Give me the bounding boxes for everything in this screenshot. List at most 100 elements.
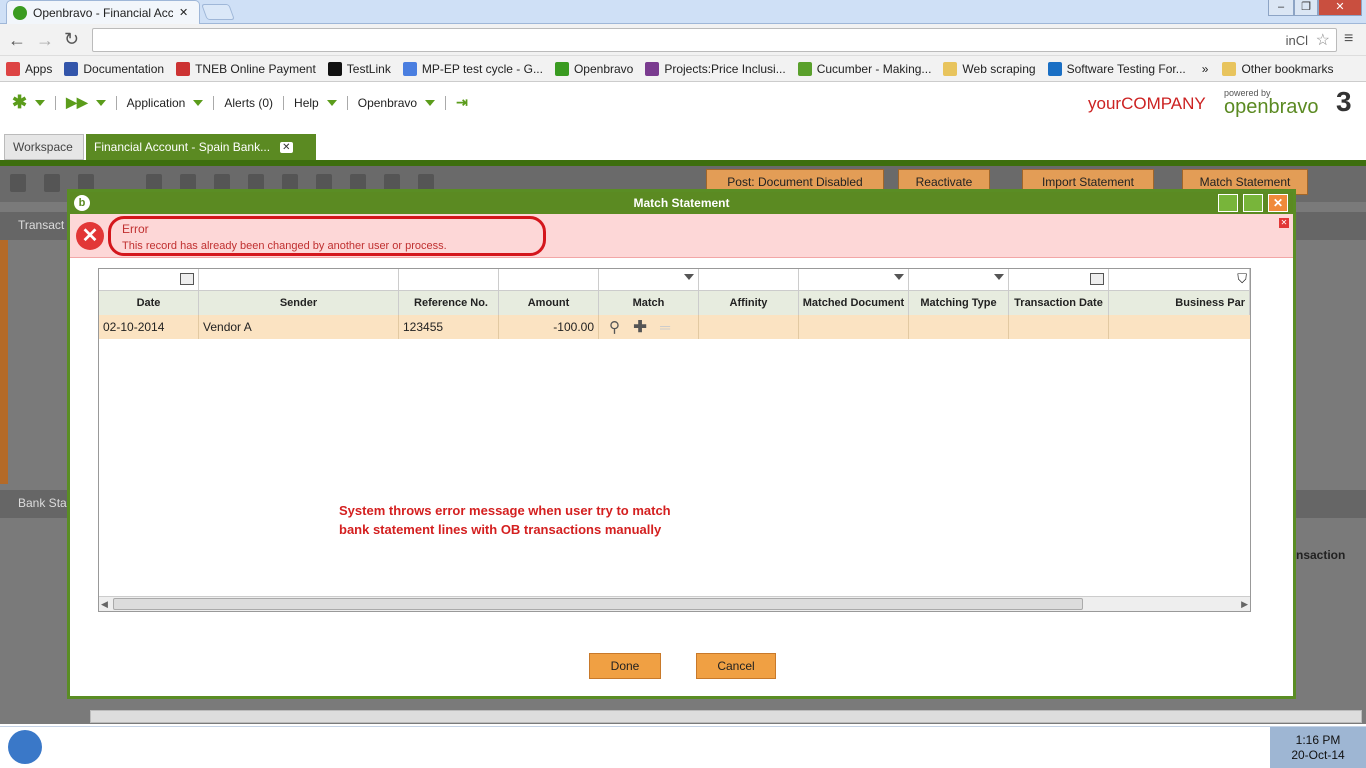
scrollbar-thumb[interactable]: [113, 598, 1083, 610]
chevron-down-icon[interactable]: [35, 99, 46, 106]
browser-tab[interactable]: Openbravo - Financial Acc ✕: [6, 0, 200, 24]
new-tab-button[interactable]: [201, 4, 235, 20]
amount-filter[interactable]: [499, 269, 599, 291]
column-header[interactable]: Reference No.: [399, 291, 499, 315]
scroll-left-icon[interactable]: ◀: [101, 599, 108, 610]
bookmark-item[interactable]: Software Testing For...: [1047, 61, 1186, 76]
bookmark-item[interactable]: Openbravo: [554, 61, 633, 76]
bookmark-item[interactable]: Web scraping: [943, 61, 1036, 76]
transaction-date-filter[interactable]: [1009, 269, 1109, 291]
clear-icon[interactable]: ═: [660, 319, 670, 335]
bookmark-item[interactable]: TNEB Online Payment: [176, 61, 316, 76]
column-header[interactable]: Transaction Date: [1009, 291, 1109, 315]
error-icon: ✕: [76, 222, 104, 250]
company-logo: yourCOMPANY: [1088, 94, 1206, 114]
dialog-title: Match Statement: [70, 192, 1293, 214]
tab-workspace[interactable]: Workspace: [4, 134, 84, 160]
bookmark-item[interactable]: Apps: [6, 61, 52, 76]
minimize-dialog-button[interactable]: [1218, 194, 1238, 212]
funnel-filter-icon[interactable]: ⛉: [1237, 271, 1247, 287]
bookmark-item[interactable]: Cucumber - Making...: [797, 61, 931, 76]
back-arrow-icon[interactable]: ←: [8, 30, 26, 51]
done-button[interactable]: Done: [589, 653, 661, 679]
bookmark-star-icon[interactable]: ☆: [1316, 30, 1330, 50]
column-header[interactable]: Business Par: [1109, 291, 1250, 315]
add-icon[interactable]: ✚: [633, 319, 646, 336]
bookmark-item[interactable]: MP-EP test cycle - G...: [402, 61, 543, 76]
maximize-window-button[interactable]: ❐: [1294, 0, 1318, 16]
row-amount[interactable]: -100.00: [499, 315, 599, 339]
column-header[interactable]: Affinity: [699, 291, 799, 315]
bookmark-icon: [554, 61, 569, 76]
quick-launch-icon[interactable]: ✱: [12, 92, 27, 113]
cancel-button[interactable]: Cancel: [696, 653, 776, 679]
openbravo-icon: b: [74, 195, 90, 211]
reload-icon[interactable]: ↻: [64, 29, 79, 50]
sender-filter[interactable]: [199, 269, 399, 291]
chevron-down-icon[interactable]: [326, 99, 337, 106]
new-record-icon[interactable]: [10, 174, 26, 192]
chrome-menu-icon[interactable]: ≡: [1344, 30, 1353, 48]
chevron-down-icon[interactable]: [193, 99, 204, 106]
error-message-bar: ✕ Error This record has already been cha…: [70, 214, 1293, 258]
other-bookmarks[interactable]: Other bookmarks: [1222, 61, 1333, 76]
close-dialog-button[interactable]: ✕: [1268, 194, 1288, 212]
chevron-down-icon[interactable]: [95, 99, 106, 106]
close-window-button[interactable]: ✕: [1318, 0, 1362, 16]
minimize-window-button[interactable]: –: [1268, 0, 1294, 16]
openbravo-logo: openbravo: [1224, 96, 1319, 118]
start-button-icon[interactable]: [8, 730, 42, 764]
chevron-down-icon[interactable]: [684, 274, 694, 280]
logout-icon[interactable]: ⇥: [456, 94, 468, 111]
business-partner-filter[interactable]: ⛉: [1109, 269, 1250, 291]
column-header[interactable]: Sender: [199, 291, 399, 315]
match-filter[interactable]: [599, 269, 699, 291]
system-clock[interactable]: 1:16 PM 20-Oct-14: [1270, 727, 1366, 768]
company-logo-text: yourCOMPANY: [1088, 94, 1206, 113]
bookmark-item[interactable]: Documentation: [64, 61, 164, 76]
close-tab-icon[interactable]: ✕: [280, 141, 293, 153]
calendar-icon[interactable]: [1090, 273, 1104, 285]
chevron-down-icon[interactable]: [425, 99, 436, 106]
quick-create-icon[interactable]: ▶▶: [66, 94, 88, 111]
menu-help[interactable]: Help: [294, 96, 319, 110]
column-header[interactable]: Match: [599, 291, 699, 315]
horizontal-scrollbar[interactable]: ◀ ▶: [99, 596, 1250, 611]
column-header[interactable]: Date: [99, 291, 199, 315]
row-date[interactable]: 02-10-2014: [99, 315, 199, 339]
grid-icon[interactable]: [44, 174, 60, 192]
calendar-icon[interactable]: [180, 273, 194, 285]
row-reference[interactable]: 123455: [399, 315, 499, 339]
matching-type-filter[interactable]: [909, 269, 1009, 291]
chevron-down-icon[interactable]: [894, 274, 904, 280]
page-horizontal-scrollbar[interactable]: [90, 710, 1362, 723]
search-icon[interactable]: ⚲: [609, 319, 620, 336]
bookmark-item[interactable]: Projects:Price Inclusi...: [645, 61, 786, 76]
transaction-column-label: nsaction: [1296, 548, 1346, 562]
match-statement-label: Match Statement: [1199, 175, 1291, 189]
close-error-icon[interactable]: ✕: [1279, 218, 1289, 228]
reference-filter[interactable]: [399, 269, 499, 291]
affinity-filter[interactable]: [699, 269, 799, 291]
column-header[interactable]: Amount: [499, 291, 599, 315]
bookmark-item[interactable]: TestLink: [327, 61, 391, 76]
bank-statements-tab-label[interactable]: Bank Sta: [18, 496, 67, 510]
menu-application[interactable]: Application: [127, 96, 186, 110]
matched-document-filter[interactable]: [799, 269, 909, 291]
menu-openbravo[interactable]: Openbravo: [358, 96, 417, 110]
forward-arrow-icon[interactable]: →: [36, 30, 54, 51]
column-header[interactable]: Matching Type: [909, 291, 1009, 315]
chevron-down-icon[interactable]: [994, 274, 1004, 280]
tab-financial-account[interactable]: Financial Account - Spain Bank... ✕: [86, 134, 316, 160]
menu-alerts[interactable]: Alerts (0): [224, 96, 273, 110]
column-header[interactable]: Matched Document: [799, 291, 909, 315]
address-bar[interactable]: inCl ☆: [92, 28, 1337, 52]
scroll-right-icon[interactable]: ▶: [1241, 599, 1248, 610]
row-affinity: [699, 315, 799, 339]
row-sender[interactable]: Vendor A: [199, 315, 399, 339]
date-filter[interactable]: [99, 269, 199, 291]
close-tab-icon[interactable]: ✕: [179, 6, 188, 19]
bookmarks-overflow[interactable]: »: [1202, 62, 1209, 76]
transactions-tab-label[interactable]: Transact: [18, 218, 64, 232]
maximize-dialog-button[interactable]: [1243, 194, 1263, 212]
